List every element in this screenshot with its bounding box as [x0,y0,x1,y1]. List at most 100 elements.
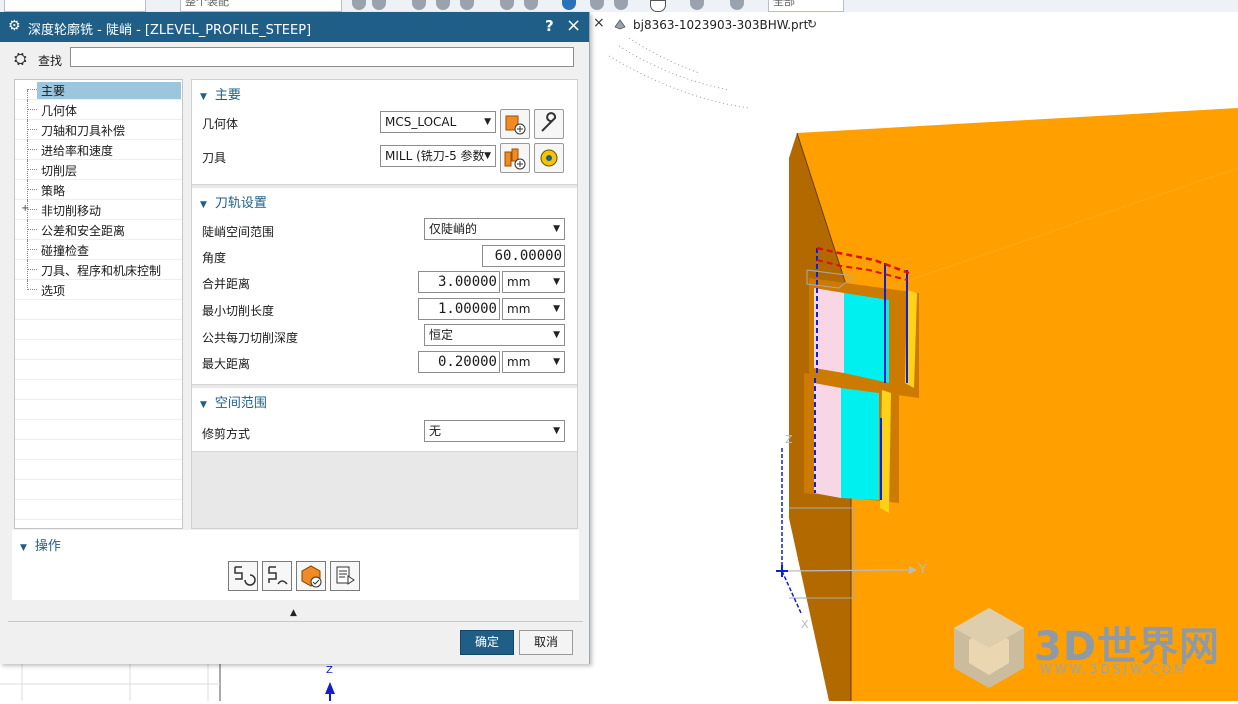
max-distance-unit-select[interactable]: mm ▼ [502,351,565,373]
tool-label: 刀具 [202,151,227,165]
find-input[interactable] [70,47,574,67]
tree-item-label: 刀具、程序和机床控制 [41,264,162,278]
gear-icon: ⚙ [8,18,21,34]
part-file-icon [614,19,626,30]
collapse-arrow-icon[interactable]: ▲ [290,608,297,618]
tree-item-non-cutting[interactable]: + 非切削移动 [15,200,182,220]
point-icon[interactable] [436,0,450,10]
new-tool-button[interactable] [500,143,530,173]
snap-icon[interactable] [352,0,366,10]
list-icon[interactable] [330,561,360,591]
axis-z-label: Z [785,433,793,446]
eye-icon[interactable] [614,0,628,10]
point-icon[interactable] [460,0,474,10]
square-icon[interactable] [650,0,666,12]
group-header[interactable]: ▼ 空间范围 [200,392,267,411]
tool-edit-icon[interactable] [534,143,564,173]
merge-distance-label: 合并距离 [202,277,251,291]
find-row: ⛭ 查找 [8,46,582,74]
min-cut-length-label: 最小切削长度 [202,304,275,318]
max-distance-label: 最大距离 [202,357,251,371]
tree-item-label: 几何体 [41,104,78,118]
eye-icon[interactable] [590,0,604,10]
tree-item-tool-axis[interactable]: 刀轴和刀具补偿 [15,120,182,140]
eye-icon[interactable] [562,0,576,10]
tree-item-cut-levels[interactable]: 切削层 [15,160,182,180]
merge-unit-select[interactable]: mm ▼ [502,271,565,293]
tree-item-geometry[interactable]: 几何体 [15,100,182,120]
wrench-icon[interactable] [534,109,564,139]
angle-input[interactable]: 60.00000 [482,245,565,267]
axis-y-label: Y [918,562,927,576]
steep-range-select[interactable]: 仅陡峭的 ▼ [424,218,565,240]
tree-item-label: 选项 [41,284,66,298]
help-button[interactable]: ? [545,17,554,35]
tree-item-collision[interactable]: 碰撞检查 [15,240,182,260]
group-main: ▼ 主要 几何体 MCS_LOCAL ▼ 刀具 MILL (铣刀-5 参数 ▼ [192,80,577,185]
group-header[interactable]: ▼ 刀轨设置 [200,192,267,211]
geometry-label: 几何体 [202,117,239,131]
tree-item-label: 公差和安全距离 [41,224,126,238]
tree-item-tolerances[interactable]: 公差和安全距离 [15,220,182,240]
group-header[interactable]: ▼ 操作 [20,535,61,554]
close-button[interactable]: × [566,15,581,36]
cube-icon[interactable] [524,0,538,10]
tab-close-button[interactable]: × [593,15,605,31]
group-toolpath: ▼ 刀轨设置 陡峭空间范围 仅陡峭的 ▼ 角度 60.00000 合并距离 3.00… [192,188,577,385]
toolbar-assembly-combo[interactable]: 整个装配 [180,0,342,12]
group-header[interactable]: ▼ 主要 [200,84,241,103]
navigator-tree: 主要 几何体 刀轴和刀具补偿 进给率和速度 切削层 策略 + 非切削移动 公差和 [14,79,183,529]
tree-item-label: 进给率和速度 [41,144,114,158]
cylinder-icon[interactable] [730,0,744,10]
cancel-button[interactable]: 取消 [519,630,573,655]
axis-z2-label: Z [326,665,333,676]
cube-icon[interactable] [500,0,514,10]
verify-icon[interactable] [296,561,326,591]
group-operations: ▼ 操作 [12,530,579,600]
point-icon[interactable] [412,0,426,10]
tree-item-label: 策略 [41,184,66,198]
tree-item-label: 刀轴和刀具补偿 [41,124,126,138]
min-cut-unit-select[interactable]: mm ▼ [502,298,565,320]
document-tab-bar: × bj8363-1023903-303BHW.prt ↻ [589,12,1238,40]
face-cyan-2 [841,388,879,500]
tree-item-strategy[interactable]: 策略 [15,180,182,200]
viewport-canvas[interactable]: Y Z X [589,38,1238,701]
toolbar-filter-combo[interactable] [4,0,146,12]
face-cyan-1 [844,293,889,383]
axis-x-label: X [801,618,809,631]
tree-item-main[interactable]: 主要 [15,80,182,100]
replay-icon[interactable] [262,561,292,591]
tree-item-label: 非切削移动 [41,204,102,218]
tree-item-feeds[interactable]: 进给率和速度 [15,140,182,160]
watermark-url: WWW.3DSJW.COM [1040,662,1188,676]
max-distance-input[interactable]: 0.20000 [418,351,500,373]
merge-distance-input[interactable]: 3.00000 [418,271,500,293]
dialog-title: 深度轮廓铣 - 陡峭 - [ZLEVEL_PROFILE_STEEP] [28,23,312,38]
tree-item-label: 碰撞检查 [41,244,90,258]
tree-item-label: 切削层 [41,164,78,178]
cut-depth-select[interactable]: 恒定 ▼ [424,324,565,346]
generate-icon[interactable] [228,561,258,591]
cut-depth-label: 公共每刀切削深度 [202,331,299,345]
settings-panel: ▼主要 几何体 MCS_LOCAL▼ 刀具 MILL (铣刀-5 参数▼ [191,79,578,529]
tool-select[interactable]: MILL (铣刀-5 参数 ▼ [380,145,496,167]
tab-title[interactable]: bj8363-1023903-303BHW.prt [633,18,808,32]
dialog-titlebar[interactable]: ⚙ 深度轮廓铣 - 陡峭 - [ZLEVEL_PROFILE_STEEP] ? … [0,12,589,42]
select-icon[interactable] [372,0,386,10]
group-space-range: ▼ 空间范围 修剪方式 无 ▼ [192,388,577,452]
min-cut-length-input[interactable]: 1.00000 [418,298,500,320]
ok-button[interactable]: 确定 [460,630,514,655]
toolbar-layer-combo[interactable]: 全部 [768,0,844,12]
new-geometry-button[interactable] [500,109,530,139]
tree-item-machine-control[interactable]: 刀具、程序和机床控制 [15,260,182,280]
layer-icon[interactable] [690,0,704,10]
graphics-viewport[interactable]: Y Z X [589,38,1238,701]
trim-method-select[interactable]: 无 ▼ [424,420,565,442]
operation-dialog: ⚙ 深度轮廓铣 - 陡峭 - [ZLEVEL_PROFILE_STEEP] ? … [0,12,590,664]
steep-range-label: 陡峭空间范围 [202,225,275,239]
refresh-icon[interactable]: ↻ [807,17,817,31]
geometry-select[interactable]: MCS_LOCAL ▼ [380,111,496,133]
tree-item-label: 主要 [37,82,181,99]
tree-item-options[interactable]: 选项 [15,280,182,300]
